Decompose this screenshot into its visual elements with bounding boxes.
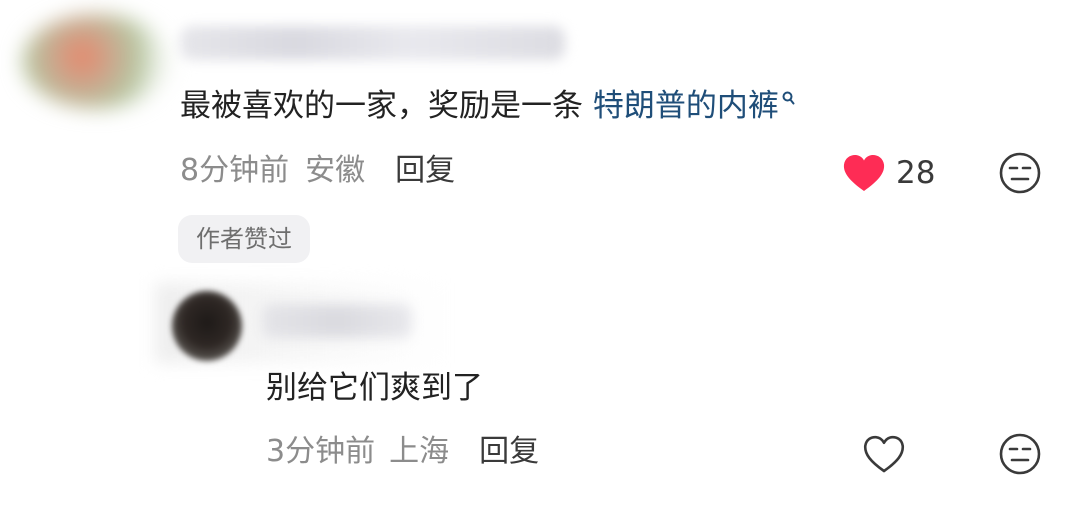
author-liked-badge: 作者赞过 [178,215,310,263]
reply-text: 别给它们爽到了 [266,370,483,406]
heart-icon[interactable] [842,153,886,193]
meh-face-icon[interactable] [998,151,1042,195]
search-link-label: 特朗普的内裤 [592,88,779,124]
comment-text: 最被喜欢的一家，奖励是一条 特朗普的内裤 [180,84,795,128]
username-blurred[interactable] [180,26,565,60]
reply-button[interactable]: 回复 [395,153,455,188]
reply-button[interactable]: 回复 [479,434,539,469]
meh-face-icon[interactable] [998,432,1042,476]
like-count: 28 [896,155,936,191]
avatar[interactable] [172,291,242,361]
heart-icon[interactable] [862,434,906,474]
username-blurred[interactable] [262,304,412,338]
avatar[interactable] [22,14,172,109]
comment-time: 8分钟前 [180,153,290,188]
reply-meta: 3分钟前 上海 回复 [266,431,539,473]
comment-meta: 8分钟前 安徽 回复 [180,150,455,192]
reply-time: 3分钟前 [266,434,376,469]
comment-thread: 最被喜欢的一家，奖励是一条 特朗普的内裤 8分钟前 安徽 回复 28 作者赞过 别给… [0,0,1086,508]
comment-location: 安徽 [305,153,366,188]
reply-location: 上海 [389,434,450,469]
search-icon [782,91,795,105]
search-link[interactable]: 特朗普的内裤 [593,88,795,124]
comment-body: 最被喜欢的一家，奖励是一条 [180,88,593,124]
